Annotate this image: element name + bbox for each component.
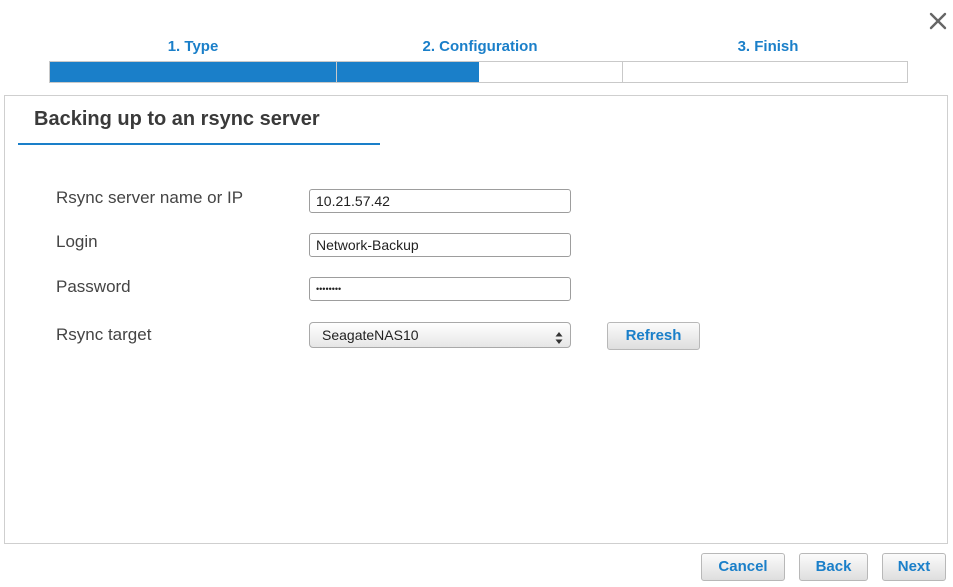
next-button[interactable]: Next [882, 553, 946, 581]
target-select[interactable]: SeagateNAS10 [309, 322, 571, 348]
title-underline [18, 143, 380, 145]
server-input[interactable]: 10.21.57.42 [309, 189, 571, 213]
password-input[interactable]: •••••••• [309, 277, 571, 301]
progress-segment-type [50, 62, 336, 82]
step-configuration-label[interactable]: 2. Configuration [423, 38, 538, 55]
progress-fill [50, 62, 336, 82]
password-label: Password [56, 277, 131, 296]
close-icon[interactable] [925, 8, 951, 34]
login-label: Login [56, 232, 98, 251]
step-finish-label[interactable]: 3. Finish [738, 38, 799, 55]
target-label: Rsync target [56, 325, 152, 344]
wizard-progress-bar [49, 61, 908, 83]
server-label: Rsync server name or IP [56, 188, 244, 207]
wizard-steps: 1. Type 2. Configuration 3. Finish [0, 38, 953, 58]
login-input[interactable]: Network-Backup [309, 233, 571, 257]
config-panel: Backing up to an rsync server Rsync serv… [4, 95, 948, 544]
progress-divider [622, 62, 623, 82]
refresh-button[interactable]: Refresh [607, 322, 700, 350]
progress-segment-finish [622, 62, 907, 82]
cancel-button[interactable]: Cancel [701, 553, 785, 581]
select-updown-icon [555, 328, 563, 344]
progress-fill [336, 62, 479, 82]
progress-segment-configuration [336, 62, 622, 82]
target-select-value: SeagateNAS10 [322, 327, 419, 343]
progress-divider [336, 62, 337, 82]
back-button[interactable]: Back [799, 553, 868, 581]
panel-title: Backing up to an rsync server [34, 108, 320, 130]
step-type-label[interactable]: 1. Type [168, 38, 219, 55]
